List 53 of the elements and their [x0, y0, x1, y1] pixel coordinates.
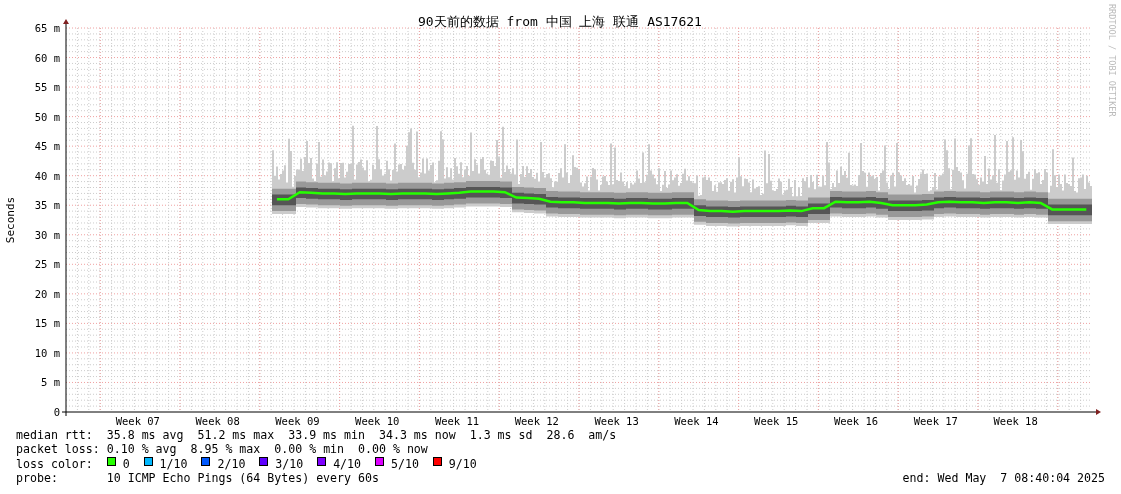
x-tick-label: Week 16 [833, 415, 879, 427]
loss-level-label: 3/10 [275, 456, 304, 472]
y-tick-label: 60 m [34, 51, 60, 64]
y-axis-label: Seconds [4, 196, 17, 244]
loss-level-label: 1/10 [159, 456, 188, 472]
stat-value: 35.8 ms avg [106, 428, 184, 443]
x-tick-label: Week 14 [674, 415, 719, 427]
credit-text: RRDTOOL / TOBI OETIKER [1105, 4, 1118, 117]
x-tick-label: Week 08 [195, 415, 240, 427]
x-tick-label: Week 18 [993, 415, 1038, 427]
legend-label: probe: [16, 471, 59, 486]
y-tick-label: 20 m [34, 287, 60, 300]
y-tick-label: 45 m [34, 140, 60, 153]
y-tick-label: 65 m [34, 22, 60, 34]
stat-value: 34.3 ms now [378, 428, 456, 443]
x-tick-label: Week 11 [434, 415, 480, 427]
y-tick-label: 0 [53, 406, 60, 418]
loss-level-label: 4/10 [333, 456, 362, 472]
loss-level-label: 9/10 [448, 456, 477, 472]
stat-value: 28.6 [546, 428, 575, 443]
x-tick-label: Week 17 [913, 415, 958, 427]
stat-value: 1.3 ms sd [469, 428, 533, 443]
loss-level-label: 2/10 [217, 456, 246, 472]
x-tick-label: Week 07 [115, 415, 160, 427]
y-tick-label: 5 m [41, 376, 60, 389]
loss-level-label: 5/10 [391, 456, 419, 472]
stat-value: 33.9 ms min [288, 428, 365, 443]
y-tick-label: 10 m [34, 346, 60, 359]
y-tick-label: 30 m [34, 228, 60, 241]
stat-value: 0.00 % min [274, 442, 345, 457]
stat-value: am/s [588, 428, 617, 443]
legend-label: loss color: [16, 456, 94, 472]
stat-value: 0.00 % now [358, 442, 428, 457]
y-tick-label: 35 m [34, 199, 60, 212]
y-tick-label: 25 m [34, 258, 60, 271]
y-tick-label: 40 m [34, 169, 60, 182]
y-tick-label: 55 m [34, 81, 60, 94]
y-tick-label: 50 m [34, 110, 60, 123]
legend-label: median rtt: [16, 428, 94, 443]
x-tick-label: Week 10 [355, 415, 400, 427]
x-tick-label: Week 13 [594, 415, 639, 427]
end-time-text: end: Wed May 7 08:40:04 2025 [902, 471, 1105, 486]
stat-value: 51.2 ms max [197, 428, 275, 443]
stat-value: 8.95 % max [190, 442, 261, 457]
stat-value: 0.10 % avg [106, 442, 177, 457]
x-tick-label: Week 09 [275, 415, 320, 427]
y-tick-label: 15 m [34, 317, 60, 330]
x-tick-label: Week 15 [754, 415, 799, 427]
probe-text: 10 ICMP Echo Pings (64 Bytes) every 60s [106, 471, 379, 486]
x-tick-label: Week 12 [514, 415, 559, 427]
loss-level-label: 0 [122, 456, 130, 472]
chart-title: 90天前的数据 from 中国 上海 联通 AS17621 [418, 14, 702, 29]
legend-label: packet loss: [16, 442, 101, 457]
